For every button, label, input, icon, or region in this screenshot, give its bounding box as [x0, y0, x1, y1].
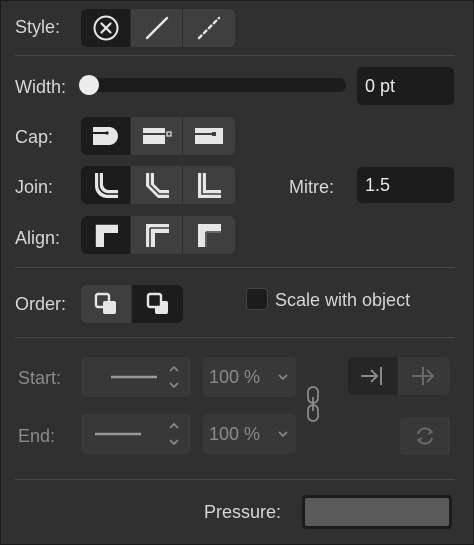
order-behind-button[interactable] — [81, 285, 132, 323]
stroke-in-front-icon — [146, 292, 168, 314]
order-label: Order: — [15, 294, 67, 314]
order-selector — [81, 285, 183, 323]
swap-icon — [416, 427, 434, 445]
align-inside-icon — [93, 223, 118, 247]
style-dashed-button[interactable] — [183, 9, 235, 47]
divider — [15, 55, 455, 56]
butt-cap-icon — [142, 128, 172, 144]
cap-square-button[interactable] — [183, 117, 235, 155]
align-label: Align: — [15, 228, 61, 248]
stroke-behind-fill-icon — [94, 292, 116, 314]
square-cap-icon — [195, 128, 223, 144]
none-icon — [93, 15, 118, 41]
divider — [15, 479, 455, 480]
line-preview-icon — [111, 365, 179, 389]
end-arrowhead-select[interactable] — [81, 414, 191, 454]
start-label: Start: — [18, 368, 62, 388]
divider — [15, 337, 455, 338]
style-none-button[interactable] — [81, 9, 131, 47]
start-scale-value: 100 % — [209, 366, 261, 387]
swap-arrowheads-button[interactable] — [400, 417, 450, 455]
arrow-past-end-button[interactable] — [398, 357, 450, 395]
chevron-down-icon — [278, 374, 288, 381]
align-outside-icon — [198, 224, 221, 247]
line-preview-icon — [95, 422, 179, 446]
start-arrowhead-select[interactable] — [81, 357, 191, 397]
divider — [15, 267, 455, 268]
align-center-button[interactable] — [131, 216, 183, 254]
join-round-button[interactable] — [81, 166, 131, 204]
join-mitre-button[interactable] — [183, 166, 235, 204]
align-outside-button[interactable] — [183, 216, 235, 254]
align-inside-button[interactable] — [81, 216, 131, 254]
join-label: Join: — [15, 177, 54, 197]
arrow-past-line-icon — [412, 367, 435, 385]
style-solid-button[interactable] — [131, 9, 183, 47]
bevel-join-icon — [145, 173, 169, 198]
style-selector — [81, 9, 235, 47]
width-slider[interactable] — [79, 75, 346, 95]
end-scale-select[interactable]: 100 % — [203, 414, 296, 454]
arrow-to-line-icon — [360, 367, 382, 385]
pressure-label: Pressure: — [204, 502, 282, 522]
width-input[interactable]: 0 pt — [357, 67, 454, 105]
arrow-at-end-button[interactable] — [348, 357, 398, 395]
join-selector — [81, 166, 235, 204]
align-selector — [81, 216, 235, 254]
end-label: End: — [18, 426, 56, 446]
cap-round-button[interactable] — [81, 117, 131, 155]
round-join-icon — [94, 173, 118, 198]
cap-butt-button[interactable] — [131, 117, 183, 155]
arrow-position-selector — [348, 357, 450, 395]
dashed-line-icon — [197, 16, 221, 40]
cap-label: Cap: — [15, 127, 54, 147]
link-icon[interactable] — [305, 385, 321, 423]
mitre-value: 1.5 — [365, 174, 391, 195]
stroke-panel: Style: Width: 0 pt Cap: Join: Mitre: 1.5… — [0, 0, 474, 545]
width-label: Width: — [15, 77, 67, 97]
scale-with-object-checkbox[interactable] — [246, 288, 268, 310]
end-scale-value: 100 % — [209, 423, 261, 444]
scale-with-object-label: Scale with object — [275, 290, 411, 310]
chevron-down-icon — [278, 431, 288, 438]
width-value: 0 pt — [365, 75, 396, 96]
cap-selector — [81, 117, 235, 155]
join-bevel-button[interactable] — [131, 166, 183, 204]
pressure-curve-preview — [305, 498, 449, 526]
style-label: Style: — [15, 17, 61, 37]
mitre-label: Mitre: — [289, 177, 334, 197]
round-cap-icon — [92, 127, 118, 145]
pressure-graph-button[interactable] — [302, 495, 452, 529]
mitre-input[interactable]: 1.5 — [357, 167, 454, 203]
width-slider-handle[interactable] — [79, 75, 99, 95]
mitre-join-icon — [198, 173, 221, 198]
order-front-button[interactable] — [132, 285, 183, 323]
align-center-icon — [145, 224, 169, 247]
solid-line-icon — [145, 16, 168, 40]
start-scale-select[interactable]: 100 % — [203, 357, 296, 397]
